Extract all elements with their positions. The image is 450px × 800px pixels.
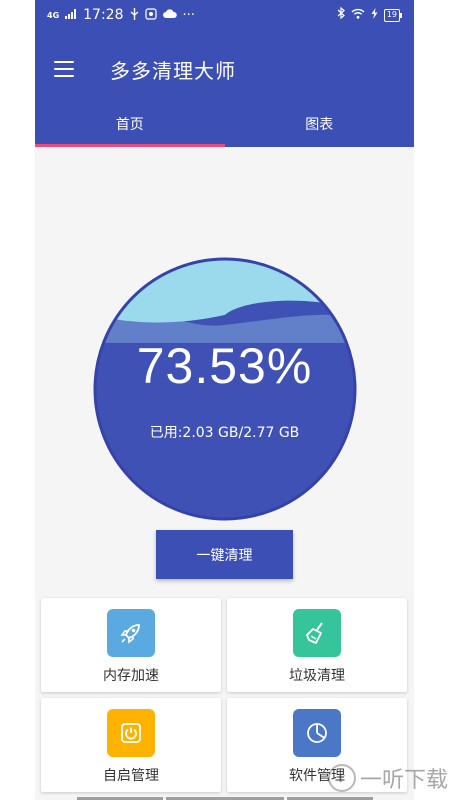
app-bar: 多多清理大师 [35,30,414,108]
card-autostart-manage-label: 自启管理 [103,768,159,784]
tab-home-label: 首页 [115,117,144,133]
app-title: 多多清理大师 [110,58,236,83]
notification-icon [144,7,157,23]
broom-icon [293,609,341,657]
status-time: 17:28 [83,7,124,23]
card-memory-boost[interactable]: 内存加速 [41,598,221,692]
clean-button-label: 一键清理 [196,547,253,564]
memory-used: 已用:2.03 GB/2.77 GB [149,425,300,441]
tab-charts-label: 图表 [305,117,334,133]
tab-home[interactable]: 首页 [35,108,225,147]
watermark-logo-icon: ♪ [327,764,356,792]
card-autostart-manage[interactable]: 自启管理 [41,698,221,792]
charging-icon [371,7,378,23]
tab-bar: 首页 图表 [35,108,414,147]
signal-label: 4G [47,10,60,20]
bluetooth-icon [337,6,345,23]
tab-indicator [35,144,225,147]
card-memory-boost-label: 内存加速 [103,668,159,684]
card-junk-clean-label: 垃圾清理 [289,668,345,684]
watermark-text: 一听下载 [359,768,448,793]
phone-screen: 4G 17:28 ··· 19 多多清理大师 首页 图表 73.53% 已用:2… [35,0,414,800]
battery-icon: 19 [383,8,403,22]
usb-icon [130,7,139,23]
menu-icon[interactable] [54,61,74,77]
pie-chart-icon [293,709,341,757]
battery-level: 19 [386,10,397,19]
cloud-icon [162,8,177,22]
wifi-icon [351,8,365,23]
status-bar: 4G 17:28 ··· 19 [35,0,414,30]
one-key-clean-button[interactable]: 一键清理 [156,530,293,579]
signal-bars-icon [65,8,77,23]
rocket-icon [107,609,155,657]
card-junk-clean[interactable]: 垃圾清理 [227,598,407,692]
tab-charts[interactable]: 图表 [225,108,415,147]
power-icon [107,709,155,757]
watermark: ♪ 一听下载 [327,762,448,794]
memory-percent: 73.53% [136,338,313,394]
status-right: 19 [337,6,403,23]
status-left: 4G 17:28 ··· [47,7,195,23]
more-dots: ··· [182,7,195,23]
